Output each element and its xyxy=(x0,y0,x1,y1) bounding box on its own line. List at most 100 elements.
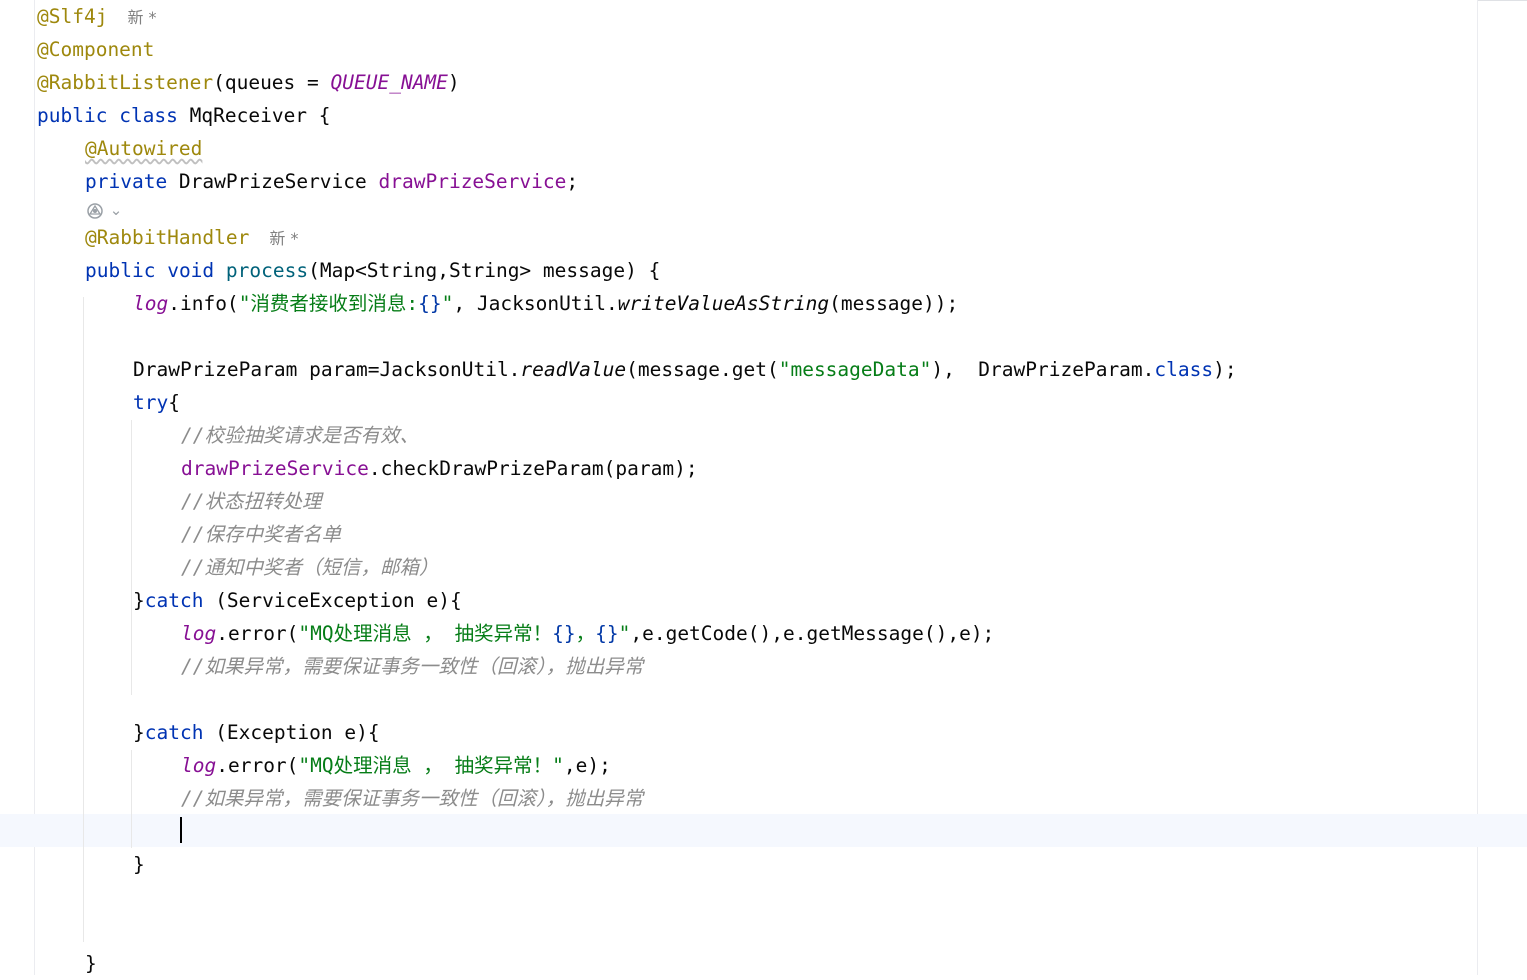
log-field: log xyxy=(181,622,217,645)
code-text: .error( xyxy=(216,754,299,777)
code-line-13[interactable]: //校验抽奖请求是否有效、 xyxy=(181,419,419,452)
comment: //校验抽奖请求是否有效、 xyxy=(181,424,419,447)
chevron-down-icon[interactable]: ⌄ xyxy=(110,201,123,219)
keyword: class xyxy=(1154,358,1214,381)
annotation: @RabbitListener xyxy=(37,71,214,94)
static-method: readValue xyxy=(520,358,627,381)
code-line-7[interactable]: @RabbitHandler 新 * xyxy=(85,221,298,254)
static-method: writeValueAsString xyxy=(617,292,830,315)
code-line-19[interactable]: log.error("MQ处理消息 ， 抽奖异常！{}，{}",e.getCod… xyxy=(181,617,994,650)
constant-ref: QUEUE_NAME xyxy=(330,71,448,94)
code-text: (ServiceException e){ xyxy=(203,589,462,612)
code-line-17[interactable]: //通知中奖者（短信，邮箱） xyxy=(181,551,438,584)
string-literal: "消费者接收到消息: xyxy=(238,292,419,315)
keyword: class xyxy=(119,104,178,127)
comment: //通知中奖者（短信，邮箱） xyxy=(181,556,439,579)
closing-brace: } xyxy=(133,853,145,876)
code-text: DrawPrizeParam param=JacksonUtil. xyxy=(133,358,521,381)
code-text: { xyxy=(168,391,180,414)
code-line-24[interactable]: //如果异常，需要保证事务一致性（回滚），抛出异常 xyxy=(181,782,643,815)
inlay-hint-new[interactable]: 新 * xyxy=(269,229,298,248)
keyword: void xyxy=(167,259,215,282)
spring-bean-icon[interactable]: ⌄ xyxy=(85,199,125,221)
string-literal: "MQ处理消息 ， 抽奖异常！ xyxy=(298,622,553,645)
field-name: drawPrizeService xyxy=(181,457,369,480)
placeholder-token: {} xyxy=(552,622,576,645)
code-text: , JacksonUtil. xyxy=(453,292,618,315)
code-text: ); xyxy=(1213,358,1237,381)
code-text: ; xyxy=(566,170,579,193)
code-line-1[interactable]: @Slf4j 新 * xyxy=(37,0,157,33)
annotation: @Autowired xyxy=(85,137,203,160)
code-line-16[interactable]: //保存中奖者名单 xyxy=(181,518,341,551)
code-text: (Map<String,String> message) { xyxy=(308,259,661,282)
code-text: (message.get( xyxy=(626,358,779,381)
indent-guide xyxy=(131,750,132,848)
code-text: ) xyxy=(447,71,460,94)
code-text: ,e.getCode(),e.getMessage(),e); xyxy=(630,622,995,645)
code-line-20[interactable]: //如果异常，需要保证事务一致性（回滚），抛出异常 xyxy=(181,650,643,683)
placeholder-token: {} xyxy=(595,622,619,645)
code-line-2[interactable]: @Component xyxy=(37,33,154,66)
code-line-18[interactable]: }catch (ServiceException e){ xyxy=(133,584,462,617)
code-text: (Exception e){ xyxy=(203,721,380,744)
code-text: ), DrawPrizeParam. xyxy=(931,358,1155,381)
annotation: @Slf4j xyxy=(37,5,108,28)
code-line-12[interactable]: try{ xyxy=(133,386,180,419)
keyword: try xyxy=(133,391,169,414)
placeholder-token: {} xyxy=(418,292,442,315)
string-literal: ， xyxy=(575,622,596,645)
code-line-14[interactable]: drawPrizeService.checkDrawPrizeParam(par… xyxy=(181,452,698,485)
code-line-22[interactable]: }catch (Exception e){ xyxy=(133,716,380,749)
code-line-29[interactable]: } xyxy=(85,947,97,980)
comment: //保存中奖者名单 xyxy=(181,523,341,546)
code-line-23[interactable]: log.error("MQ处理消息 ， 抽奖异常！",e); xyxy=(181,749,611,782)
string-literal: " xyxy=(618,622,631,645)
code-text: ,e); xyxy=(563,754,611,777)
code-text: } xyxy=(133,721,145,744)
code-text: (queues = xyxy=(213,71,331,94)
inlay-hint-new[interactable]: 新 * xyxy=(127,8,156,27)
annotation: @RabbitHandler xyxy=(85,226,250,249)
indent-guide xyxy=(131,420,132,695)
top-divider xyxy=(1478,0,1527,1)
code-line-4[interactable]: public class MqReceiver { xyxy=(37,99,331,132)
string-literal: "messageData" xyxy=(778,358,932,381)
comment: //状态扭转处理 xyxy=(181,490,322,513)
method-name: process xyxy=(225,259,309,282)
field-name: drawPrizeService xyxy=(378,170,567,193)
code-line-15[interactable]: //状态扭转处理 xyxy=(181,485,321,518)
code-line-8[interactable]: public void process(Map<String,String> m… xyxy=(85,254,660,287)
closing-brace: } xyxy=(85,952,97,975)
class-name: MqReceiver { xyxy=(177,104,331,127)
code-line-5[interactable]: @Autowired xyxy=(85,132,202,165)
keyword: catch xyxy=(144,589,204,612)
log-field: log xyxy=(181,754,217,777)
keyword: catch xyxy=(144,721,204,744)
indent-guide xyxy=(83,297,84,942)
code-text: .info( xyxy=(168,292,239,315)
comment: //如果异常，需要保证事务一致性（回滚），抛出异常 xyxy=(181,787,644,810)
keyword: public xyxy=(85,259,156,282)
code-line-3[interactable]: @RabbitListener(queues = QUEUE_NAME) xyxy=(37,66,460,99)
code-line-6[interactable]: private DrawPrizeService drawPrizeServic… xyxy=(85,165,578,198)
current-line-highlight xyxy=(0,814,1527,847)
code-text: .checkDrawPrizeParam(param); xyxy=(368,457,698,480)
comment: //如果异常，需要保证事务一致性（回滚），抛出异常 xyxy=(181,655,644,678)
code-text: (message)); xyxy=(829,292,959,315)
type-name: DrawPrizeService xyxy=(167,170,379,193)
spring-bean-glyph-icon xyxy=(87,202,103,219)
code-line-11[interactable]: DrawPrizeParam param=JacksonUtil.readVal… xyxy=(133,353,1237,386)
string-literal: "MQ处理消息 ， 抽奖异常！" xyxy=(298,754,564,777)
string-literal: " xyxy=(441,292,454,315)
text-caret xyxy=(180,817,182,843)
code-text: } xyxy=(133,589,145,612)
code-editor[interactable]: @Slf4j 新 * @Component @RabbitListener(que… xyxy=(0,0,1527,975)
code-line-26[interactable]: } xyxy=(133,848,145,881)
annotation: @Component xyxy=(37,38,155,61)
code-line-9[interactable]: log.info("消费者接收到消息:{}", JacksonUtil.writ… xyxy=(133,287,958,320)
keyword: public xyxy=(37,104,108,127)
code-text: .error( xyxy=(216,622,299,645)
log-field: log xyxy=(133,292,169,315)
keyword: private xyxy=(85,170,168,193)
